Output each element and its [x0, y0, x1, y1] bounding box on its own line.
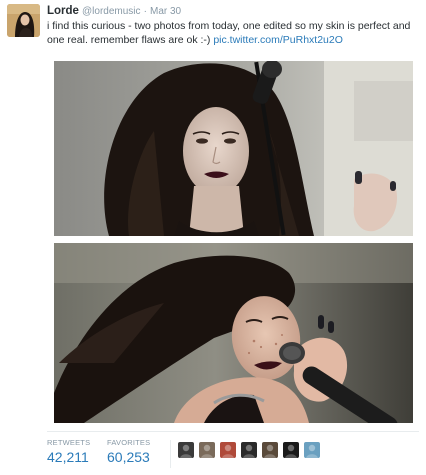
retweets-label: RETWEETS	[47, 438, 91, 447]
favoriter-avatar[interactable]	[262, 442, 278, 458]
tweet-header: Lorde @lordemusic · Mar 30	[47, 5, 419, 18]
favorites-label: FAVORITES	[107, 438, 151, 447]
retweets-stat[interactable]: RETWEETS 42,211	[47, 438, 90, 466]
author-handle[interactable]: @lordemusic	[82, 6, 141, 17]
favoriter-avatar[interactable]	[178, 442, 194, 458]
favorites-stat[interactable]: FAVORITES 60,253	[107, 438, 150, 466]
favorites-count: 60,253	[107, 449, 150, 465]
tweet-date[interactable]: Mar 30	[150, 6, 181, 17]
author-name[interactable]: Lorde	[47, 5, 79, 17]
stats-divider	[47, 431, 419, 432]
retweets-count: 42,211	[47, 449, 89, 465]
photo-real[interactable]	[54, 243, 413, 423]
favoriter-avatar[interactable]	[304, 442, 320, 458]
author-avatar[interactable]	[7, 4, 40, 37]
tweet-photo-link[interactable]: pic.twitter.com/PuRhxt2u2O	[213, 34, 343, 46]
favoriter-avatar[interactable]	[220, 442, 236, 458]
tweet-text: i find this curious - two photos from to…	[47, 19, 423, 47]
favoriter-avatar[interactable]	[283, 442, 299, 458]
tweet: Lorde @lordemusic · Mar 30 i find this c…	[0, 0, 426, 475]
favoriter-avatar[interactable]	[199, 442, 215, 458]
favoriter-avatar[interactable]	[241, 442, 257, 458]
stats-vertical-divider	[170, 440, 171, 468]
photo-edited[interactable]	[54, 61, 413, 236]
meta-separator: ·	[143, 6, 147, 17]
